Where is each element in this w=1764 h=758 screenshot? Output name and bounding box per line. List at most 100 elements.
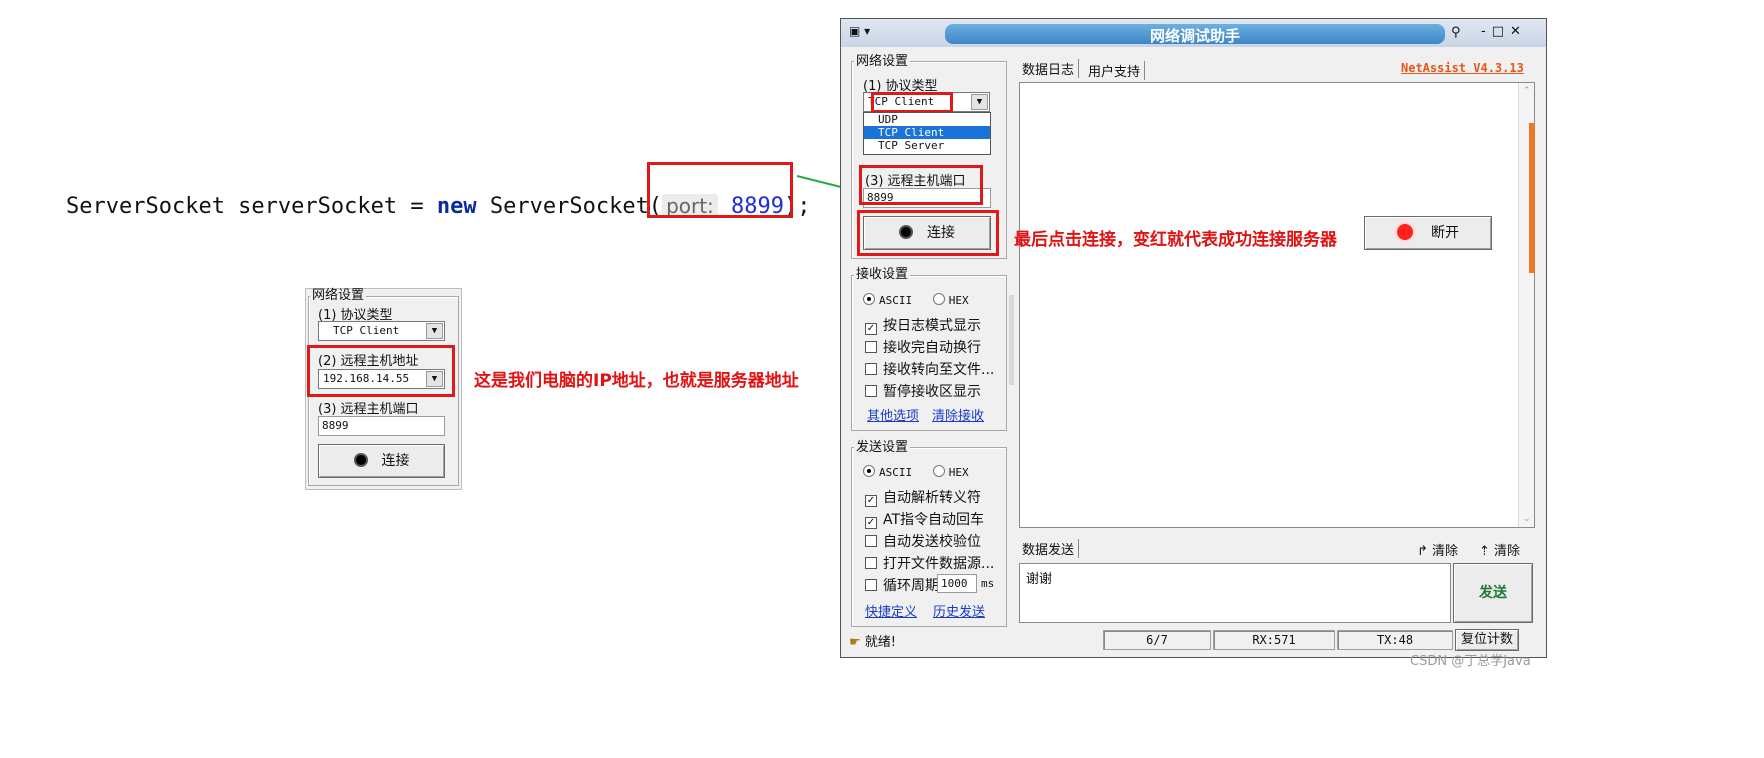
disconnect-indicator-icon bbox=[1397, 224, 1413, 240]
checkbox[interactable] bbox=[865, 363, 877, 375]
app-menu-icon[interactable]: ▣ ▾ bbox=[849, 24, 870, 38]
code-keyword: new bbox=[436, 194, 477, 219]
status-ready-text: 就绪! bbox=[864, 635, 897, 650]
send-option-label: 打开文件数据源... bbox=[883, 556, 995, 572]
small-port-label: (3) 远程主机端口 bbox=[318, 402, 419, 417]
receive-ascii-radio[interactable] bbox=[863, 293, 875, 305]
status-rx: RX:571 bbox=[1213, 630, 1335, 650]
send-hex-radio[interactable] bbox=[932, 465, 945, 477]
ip-highlight-box bbox=[307, 345, 455, 397]
clear-label: 清除 bbox=[1494, 544, 1521, 559]
receive-hex-radio[interactable] bbox=[932, 293, 945, 305]
chevron-down-icon[interactable]: ▼ bbox=[426, 323, 443, 339]
chevron-down-icon[interactable]: ▼ bbox=[971, 94, 988, 110]
disconnect-button[interactable]: 断开 bbox=[1364, 216, 1492, 250]
protocol-highlight-box bbox=[871, 92, 953, 113]
status-tx: TX:48 bbox=[1337, 630, 1453, 650]
data-log-area[interactable]: ⌃ ⌄ bbox=[1019, 82, 1535, 528]
clear-receive-link[interactable]: 清除接收 bbox=[932, 405, 984, 424]
loop-label: 循环周期 bbox=[883, 578, 939, 594]
checkbox[interactable] bbox=[865, 579, 877, 591]
tab-user-support[interactable]: 用户支持 bbox=[1088, 61, 1146, 80]
clear-icon: ↱ bbox=[1417, 544, 1428, 559]
netassist-window: ▣ ▾ 网络调试助手 ⚲ -□✕ 网络设置 (1) 协议类型 TCP Clien… bbox=[840, 18, 1547, 658]
checkbox[interactable] bbox=[865, 341, 877, 353]
receive-ascii-label: ASCII bbox=[879, 294, 913, 307]
small-port-input[interactable]: 8899 bbox=[318, 416, 445, 436]
send-ascii-radio[interactable] bbox=[863, 465, 875, 477]
protocol-dropdown-list: UDP TCP Client TCP Server bbox=[863, 112, 991, 155]
version-link[interactable]: NetAssist V4.3.13 bbox=[1401, 61, 1524, 75]
send-hex-label: HEX bbox=[948, 466, 969, 479]
send-button[interactable]: 发送 bbox=[1453, 563, 1533, 623]
clear-label: 清除 bbox=[1432, 544, 1459, 559]
port-highlight-box bbox=[859, 165, 983, 205]
checkbox[interactable] bbox=[865, 535, 877, 547]
status-ready: ☛ 就绪! bbox=[849, 631, 896, 650]
receive-option-label: 接收完自动换行 bbox=[883, 340, 981, 356]
window-title: 网络调试助手 bbox=[1149, 27, 1240, 45]
pin-icon[interactable]: ⚲ bbox=[1451, 25, 1461, 40]
small-connect-label: 连接 bbox=[381, 453, 410, 469]
small-protocol-select[interactable]: TCP Client ▼ bbox=[318, 321, 445, 341]
protocol-option-tcp-server[interactable]: TCP Server bbox=[864, 139, 990, 152]
watermark: CSDN @丁总学Java bbox=[1410, 654, 1531, 669]
tab-data-send[interactable]: 数据发送 bbox=[1022, 539, 1080, 558]
history-send-link[interactable]: 历史发送 bbox=[933, 601, 985, 620]
code-text-before: ServerSocket serverSocket = bbox=[66, 194, 437, 219]
checkbox-checked[interactable]: ✓ bbox=[865, 495, 877, 507]
window-controls: -□✕ bbox=[1481, 24, 1527, 39]
checkbox[interactable] bbox=[865, 557, 877, 569]
shortcut-define-link[interactable]: 快捷定义 bbox=[865, 601, 917, 620]
reset-count-button[interactable]: 复位计数 bbox=[1455, 629, 1519, 651]
send-option-label: 自动发送校验位 bbox=[883, 534, 981, 550]
clear-all-button[interactable]: ⇡ 清除 bbox=[1479, 540, 1520, 559]
connect-highlight-box bbox=[857, 210, 999, 256]
send-text-area[interactable]: 谢谢 bbox=[1019, 563, 1451, 623]
small-connect-button[interactable]: 连接 bbox=[318, 444, 445, 478]
code-highlight-box bbox=[647, 162, 793, 218]
splitter-handle[interactable] bbox=[1009, 295, 1014, 385]
checkbox[interactable] bbox=[865, 385, 877, 397]
send-ascii-label: ASCII bbox=[879, 466, 913, 479]
ip-annotation: 这是我们电脑的IP地址，也就是服务器地址 bbox=[474, 371, 799, 391]
more-options-link[interactable]: 其他选项 bbox=[867, 405, 919, 424]
clear-send-button[interactable]: ↱ 清除 bbox=[1417, 540, 1458, 559]
scroll-down-icon[interactable]: ⌄ bbox=[1523, 514, 1531, 524]
send-group-label: 发送设置 bbox=[854, 440, 911, 455]
scroll-up-icon[interactable]: ⌃ bbox=[1523, 86, 1531, 96]
receive-group-label: 接收设置 bbox=[854, 267, 911, 282]
maximize-icon[interactable]: □ bbox=[1492, 24, 1510, 39]
checkbox-checked[interactable]: ✓ bbox=[865, 517, 877, 529]
send-option-escape[interactable]: ✓ 自动解析转义符 bbox=[865, 487, 981, 507]
checkbox-checked[interactable]: ✓ bbox=[865, 323, 877, 335]
receive-option-log[interactable]: ✓ 按日志模式显示 bbox=[865, 315, 981, 335]
receive-option-pause[interactable]: 暂停接收区显示 bbox=[865, 381, 981, 401]
send-option-file[interactable]: 打开文件数据源... bbox=[865, 553, 994, 573]
tab-data-log[interactable]: 数据日志 bbox=[1022, 59, 1080, 78]
code-text-mid: ServerSocket( bbox=[476, 194, 663, 219]
receive-option-label: 接收转向至文件... bbox=[883, 362, 995, 378]
receive-hex-label: HEX bbox=[948, 294, 969, 307]
scroll-thumb[interactable] bbox=[1529, 123, 1535, 273]
small-protocol-value: TCP Client bbox=[333, 324, 400, 337]
loop-period-input[interactable]: 1000 bbox=[937, 574, 977, 593]
disconnect-label: 断开 bbox=[1431, 225, 1459, 241]
title-bar: ▣ ▾ 网络调试助手 ⚲ -□✕ bbox=[841, 19, 1546, 47]
clear-up-icon: ⇡ bbox=[1479, 544, 1490, 559]
connect-indicator-icon bbox=[353, 453, 368, 467]
log-scrollbar[interactable]: ⌃ ⌄ bbox=[1518, 83, 1535, 527]
send-option-label: AT指令自动回车 bbox=[883, 512, 985, 528]
receive-option-newline[interactable]: 接收完自动换行 bbox=[865, 337, 981, 357]
small-group-label: 网络设置 bbox=[310, 288, 367, 303]
send-option-at[interactable]: ✓ AT指令自动回车 bbox=[865, 509, 984, 529]
send-encoding: ASCII HEX bbox=[863, 465, 969, 479]
send-option-label: 自动解析转义符 bbox=[883, 490, 981, 506]
receive-option-file[interactable]: 接收转向至文件... bbox=[865, 359, 994, 379]
close-icon[interactable]: ✕ bbox=[1510, 24, 1527, 39]
send-option-checksum[interactable]: 自动发送校验位 bbox=[865, 531, 981, 551]
send-option-loop[interactable]: 循环周期 bbox=[865, 575, 939, 595]
minimize-icon[interactable]: - bbox=[1481, 24, 1492, 39]
protocol-option-tcp-client[interactable]: TCP Client bbox=[864, 126, 990, 139]
protocol-option-udp[interactable]: UDP bbox=[864, 113, 990, 126]
